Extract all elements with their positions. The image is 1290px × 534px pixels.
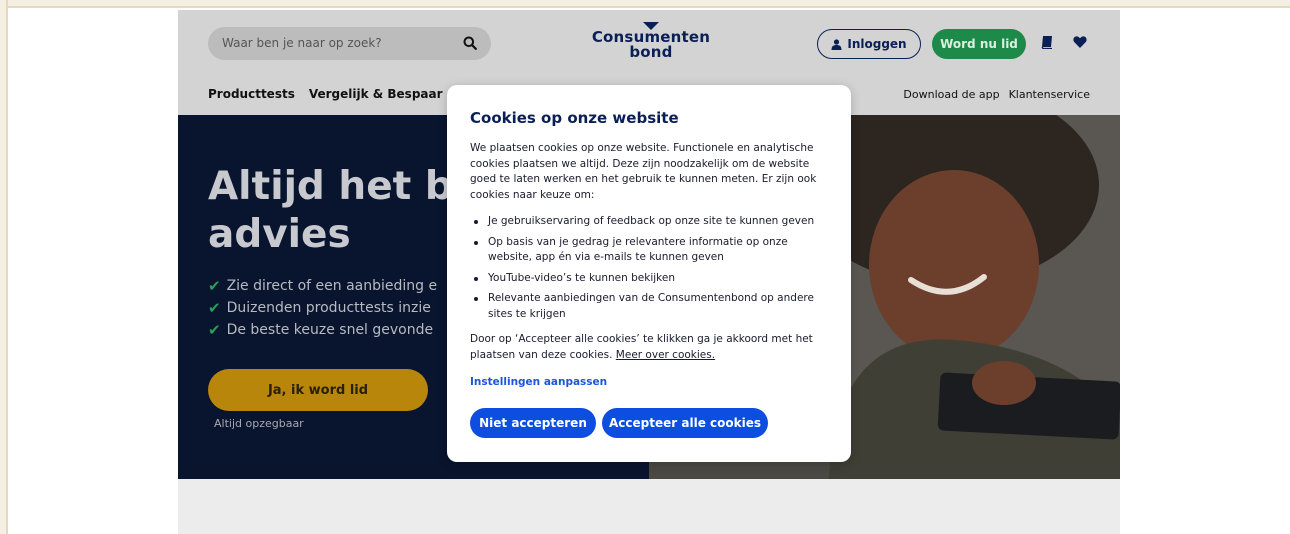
main-nav: Producttests Vergelijk & Bespaar Ge: [208, 87, 475, 101]
nav-item-producttests[interactable]: Producttests: [208, 87, 295, 101]
more-about-cookies-link[interactable]: Meer over cookies.: [616, 349, 715, 361]
consumentenbond-logo[interactable]: Consumenten bond: [586, 22, 716, 70]
cookie-intro-text: We plaatsen cookies op onze website. Fun…: [470, 142, 817, 201]
browser-frame-top: [0, 0, 1290, 8]
login-label: Inloggen: [847, 37, 907, 51]
cookie-buttons: Niet accepteren Accepteer alle cookies: [470, 408, 768, 438]
benefit-item: ✔ Duizenden producttests inzie: [208, 297, 437, 319]
join-button[interactable]: Word nu lid: [932, 29, 1026, 59]
nav-item-vergelijk-bespaar[interactable]: Vergelijk & Bespaar: [309, 87, 443, 101]
cookie-purpose-item: Relevante aanbiedingen van de Consumente…: [470, 291, 827, 322]
become-member-button[interactable]: Ja, ik word lid: [208, 369, 428, 411]
benefit-text: Duizenden producttests inzie: [226, 300, 431, 316]
search-placeholder: Waar ben je naar op zoek?: [222, 36, 382, 50]
benefit-item: ✔ Zie direct of een aanbieding e: [208, 275, 437, 297]
cookie-dialog-title: Cookies op onze website: [470, 109, 679, 127]
hero-benefits-list: ✔ Zie direct of een aanbieding e ✔ Duize…: [208, 275, 437, 341]
login-button[interactable]: Inloggen: [817, 29, 921, 59]
book-icon[interactable]: [1040, 35, 1054, 49]
check-icon: ✔: [208, 321, 221, 339]
accept-all-cookies-button[interactable]: Accepteer alle cookies: [602, 408, 768, 438]
decline-cookies-button[interactable]: Niet accepteren: [470, 408, 596, 438]
cookie-purpose-item: Je gebruikservaring of feedback op onze …: [470, 214, 827, 230]
cta-subtext: Altijd opzegbaar: [214, 417, 304, 430]
cookie-purpose-item: Op basis van je gedrag je relevantere in…: [470, 235, 827, 266]
check-icon: ✔: [208, 277, 221, 295]
adjust-settings-link[interactable]: Instellingen aanpassen: [470, 376, 827, 388]
browser-frame-left: [0, 0, 8, 534]
cookie-purpose-item: YouTube-video’s te kunnen bekijken: [470, 271, 827, 287]
search-input[interactable]: Waar ben je naar op zoek?: [208, 27, 491, 60]
heart-icon[interactable]: [1073, 35, 1087, 49]
logo-text-line2: bond: [629, 43, 673, 61]
secondary-nav: Download de app Klantenservice: [903, 88, 1090, 101]
cookie-consent-dialog: Cookies op onze website We plaatsen cook…: [447, 85, 851, 462]
cookie-consent-text: Door op ‘Accepteer alle cookies’ te klik…: [470, 332, 827, 363]
benefit-item: ✔ De beste keuze snel gevonde: [208, 319, 437, 341]
benefit-text: De beste keuze snel gevonde: [226, 322, 434, 338]
check-icon: ✔: [208, 299, 221, 317]
benefit-text: Zie direct of een aanbieding e: [226, 278, 438, 294]
user-icon: [831, 38, 842, 50]
nav-klantenservice[interactable]: Klantenservice: [1009, 88, 1090, 101]
nav-download-app[interactable]: Download de app: [903, 88, 999, 101]
search-icon[interactable]: [463, 36, 477, 50]
cookie-purpose-list: Je gebruikservaring of feedback op onze …: [470, 214, 827, 322]
